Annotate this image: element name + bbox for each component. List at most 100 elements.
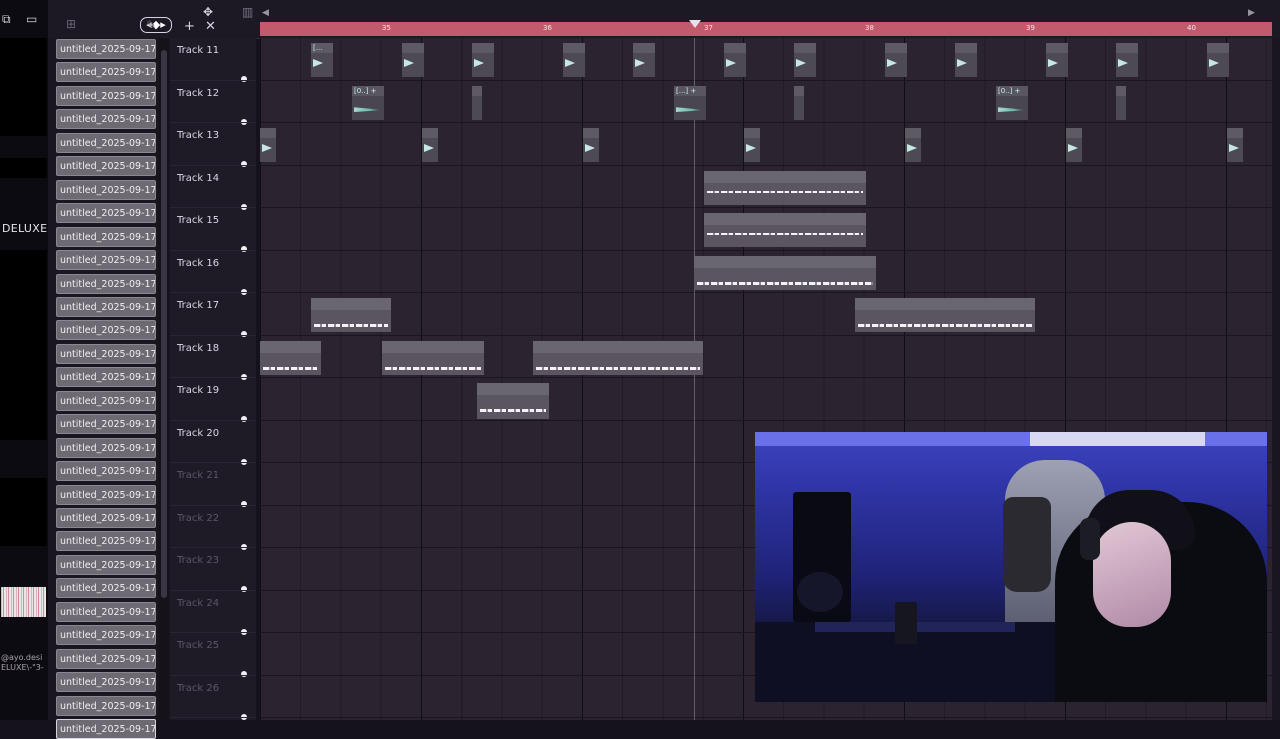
pattern-clip[interactable]: [1116, 86, 1126, 120]
pattern-clip[interactable]: [724, 43, 746, 77]
pattern-item[interactable]: untitled_2025-09-17 02...: [56, 625, 156, 646]
scroll-left-icon[interactable]: ◀: [262, 6, 269, 20]
pattern-list-scrollbar[interactable]: [159, 38, 169, 720]
audio-clip[interactable]: untitled_2...Insert 32: [311, 298, 391, 332]
pattern-item[interactable]: untitled_2025-09-17 02...: [56, 719, 156, 739]
audio-clip[interactable]: untitle...sert 32: [260, 341, 321, 375]
pattern-item[interactable]: untitled_2025-09-17 02...: [56, 367, 156, 388]
browser-icon[interactable]: ▭: [26, 12, 37, 26]
pattern-clip[interactable]: [744, 128, 760, 162]
track-name[interactable]: Track 15: [177, 215, 219, 226]
webcam-overlay: [755, 432, 1267, 702]
track-name[interactable]: Track 18: [177, 343, 219, 354]
pattern-item[interactable]: untitled_2025-09-17 02...: [56, 390, 156, 411]
pattern-clip[interactable]: [472, 86, 482, 120]
track-name[interactable]: Track 20: [177, 428, 219, 439]
pattern-item[interactable]: untitled_2025-09-17 02...: [56, 601, 156, 622]
pattern-clip[interactable]: [...: [311, 43, 333, 77]
pattern-item[interactable]: untitled_2025-09-17 02...: [56, 320, 156, 341]
track-name[interactable]: Track 13: [177, 130, 219, 141]
track-name[interactable]: Track 21: [177, 470, 219, 481]
pattern-item[interactable]: untitled_2025-09-17 02...: [56, 578, 156, 599]
pattern-clip[interactable]: [1116, 43, 1138, 77]
track-name[interactable]: Track 24: [177, 598, 219, 609]
scroll-right-icon[interactable]: ▶: [1248, 6, 1255, 20]
pattern-item[interactable]: untitled_2025-09-17 02...: [56, 273, 156, 294]
pattern-clip[interactable]: [955, 43, 977, 77]
pattern-clip[interactable]: [633, 43, 655, 77]
pattern-clip[interactable]: [794, 86, 804, 120]
pattern-clip[interactable]: [1046, 43, 1068, 77]
pattern-item[interactable]: untitled_2025-09-17 02...: [56, 156, 156, 177]
track-name[interactable]: Track 11: [177, 45, 219, 56]
pattern-clip[interactable]: [472, 43, 494, 77]
track-name[interactable]: Track 14: [177, 173, 219, 184]
track-divider: [170, 334, 256, 336]
pattern-clip[interactable]: [0..] +: [996, 86, 1028, 120]
close-icon[interactable]: ✕: [205, 20, 216, 34]
move-icon[interactable]: ✥: [203, 5, 213, 19]
pattern-item[interactable]: untitled_2025-09-17 02...: [56, 296, 156, 317]
pattern-item[interactable]: untitled_2025-09-17 02...: [56, 109, 156, 130]
audio-clip[interactable]: [F3Rc] · $iN®gul@r1tY ...eLL (@ayo.desir…: [704, 171, 866, 205]
draw-icon[interactable]: ✎: [146, 18, 156, 32]
deluxe-badge: DELUXE: [2, 222, 48, 235]
piano-icon[interactable]: ⊞: [66, 17, 76, 31]
track-name[interactable]: Track 19: [177, 385, 219, 396]
pattern-clip[interactable]: [422, 128, 438, 162]
pattern-item[interactable]: untitled_2025-09-17 02...: [56, 39, 156, 59]
pattern-item[interactable]: untitled_2025-09-17 02...: [56, 62, 156, 83]
pattern-item[interactable]: untitled_2025-09-17 02...: [56, 414, 156, 435]
track-name[interactable]: Track 23: [177, 555, 219, 566]
pattern-clip[interactable]: [885, 43, 907, 77]
pattern-item[interactable]: untitled_2025-09-17 02...: [56, 672, 156, 693]
scrollbar-thumb[interactable]: [161, 50, 167, 598]
pattern-item[interactable]: untitled_2025-09-17 02...: [56, 461, 156, 482]
pattern-clip[interactable]: [1066, 128, 1082, 162]
pattern-item[interactable]: untitled_2025-09-17 02...: [56, 484, 156, 505]
pattern-item[interactable]: untitled_2025-09-17 02...: [56, 250, 156, 271]
audio-clip[interactable]: [CRASH] · $iN®gul@r1t...H (@ayo.desire) …: [704, 213, 866, 247]
pattern-item[interactable]: untitled_2025-09-17 02...: [56, 226, 156, 247]
pattern-clip[interactable]: [260, 128, 276, 162]
audio-clip[interactable]: untitled_2025-09-17 02-33-38_Insert 32: [694, 256, 876, 290]
pattern-item[interactable]: untitled_2025-09-17 02...: [56, 437, 156, 458]
pattern-clip[interactable]: [563, 43, 585, 77]
panel-block: [0, 250, 47, 440]
pattern-item[interactable]: untitled_2025-09-17 02...: [56, 85, 156, 106]
pattern-item[interactable]: untitled_2025-09-17 02...: [56, 648, 156, 669]
pattern-item[interactable]: untitled_2025-09-17 02...: [56, 508, 156, 528]
add-icon[interactable]: +: [184, 20, 195, 34]
audio-clip[interactable]: untitled_2025-09-17 02-37-41_Insert 32: [855, 298, 1035, 332]
track-name[interactable]: Track 26: [177, 683, 219, 694]
pattern-clip[interactable]: [402, 43, 424, 77]
pattern-clip[interactable]: [0..] +: [352, 86, 384, 120]
audio-clip[interactable]: untitled_...nsert 32: [477, 383, 549, 419]
pattern-item[interactable]: untitled_2025-09-17 02...: [56, 343, 156, 364]
pattern-item[interactable]: untitled_2025-09-17 02...: [56, 531, 156, 552]
pattern-clip[interactable]: [...] +: [674, 86, 706, 120]
track-name[interactable]: Track 25: [177, 640, 219, 651]
pattern-item[interactable]: untitled_2025-09-17 02...: [56, 203, 156, 224]
audio-clip[interactable]: untitled_202...03_Insert 32: [382, 341, 484, 375]
track-name[interactable]: Track 16: [177, 258, 219, 269]
pattern-clip[interactable]: [1207, 43, 1229, 77]
clip-label: untitled_2...Insert 32: [313, 299, 391, 308]
playlist-scrollbar[interactable]: [1272, 38, 1280, 720]
pattern-item[interactable]: untitled_2025-09-17 02...: [56, 132, 156, 153]
pattern-item[interactable]: untitled_2025-09-17 02...: [56, 695, 156, 716]
pattern-clip[interactable]: [1227, 128, 1243, 162]
pattern-item[interactable]: untitled_2025-09-17 02...: [56, 179, 156, 200]
timeline-ruler[interactable]: 35 36 37 38 39 40: [260, 20, 1272, 36]
playhead-marker[interactable]: [689, 20, 701, 28]
track-name[interactable]: Track 22: [177, 513, 219, 524]
pattern-item[interactable]: untitled_2025-09-17 02...: [56, 554, 156, 575]
audio-clip[interactable]: untitled_2025-09-17 01-58-39_Insert 32: [533, 341, 703, 375]
track-name[interactable]: Track 17: [177, 300, 219, 311]
folder-icon[interactable]: ⧉: [2, 12, 11, 26]
menu-icon[interactable]: ▥: [242, 5, 253, 19]
pattern-clip[interactable]: [583, 128, 599, 162]
track-name[interactable]: Track 12: [177, 88, 219, 99]
pattern-clip[interactable]: [794, 43, 816, 77]
pattern-clip[interactable]: [905, 128, 921, 162]
